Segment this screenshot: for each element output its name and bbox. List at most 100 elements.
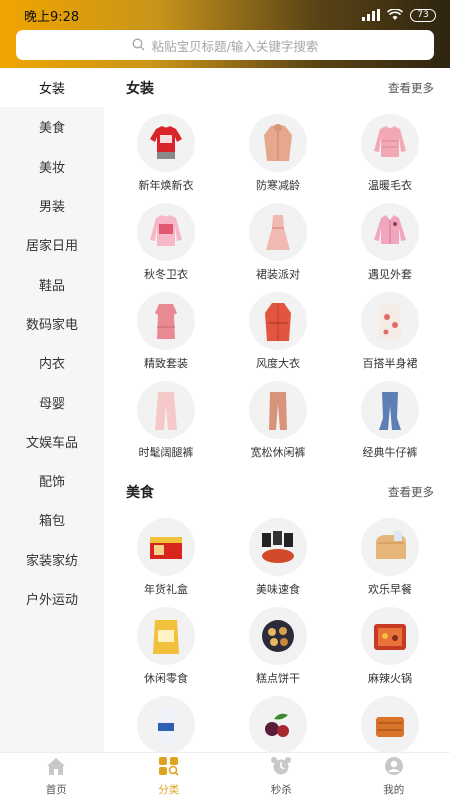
sidebar-item-womens[interactable]: 女装: [0, 68, 104, 108]
grid-item[interactable]: 欢乐早餐: [334, 512, 446, 601]
grid-item-label: 经典牛仔裤: [362, 446, 418, 459]
tab-flash-sale[interactable]: 秒杀: [225, 753, 338, 800]
grid-item-label: 风度大衣: [256, 357, 300, 370]
grid-item[interactable]: 时髦阔腿裤: [110, 375, 222, 464]
suit-dress-icon: [137, 292, 195, 350]
header: 晚上9:28 73 粘贴宝贝标题/输入关键字搜索: [0, 0, 450, 68]
tab-label: 秒杀: [270, 784, 292, 796]
pink-sweater-icon: [361, 114, 419, 172]
grid-item-label: 时髦阔腿裤: [138, 446, 194, 459]
tab-label: 分类: [158, 784, 180, 796]
grid-item-label: 精致套装: [144, 357, 188, 370]
grid-item[interactable]: 糕点饼干: [222, 601, 334, 690]
tab-profile[interactable]: 我的: [338, 753, 450, 800]
sidebar-item-underwear[interactable]: 内衣: [0, 343, 104, 382]
sidebar-item-label: 户外运动: [25, 593, 78, 608]
coat-icon: [249, 114, 307, 172]
sidebar-item-beauty[interactable]: 美妆: [0, 147, 104, 186]
tab-label: 首页: [45, 784, 67, 796]
grid-item[interactable]: 遇见外套: [334, 197, 446, 286]
section-header-womens: 女装 查看更多: [104, 68, 450, 108]
sidebar-item-label: 数码家电: [25, 317, 78, 333]
view-more-link[interactable]: 查看更多: [388, 80, 434, 96]
milk-icon: [137, 696, 195, 752]
snack-bag-icon: [137, 607, 195, 665]
search-icon: [132, 36, 145, 55]
grid-item-label: 温暖毛衣: [368, 179, 412, 192]
status-bar: 晚上9:28 73: [0, 0, 450, 30]
sidebar-item-baby[interactable]: 母婴: [0, 382, 104, 421]
sidebar-item-shoes[interactable]: 鞋品: [0, 264, 104, 303]
sidebar-item-label: 母婴: [38, 396, 65, 412]
sidebar-item-bags[interactable]: 箱包: [0, 500, 104, 539]
sidebar-item-label: 箱包: [38, 514, 65, 530]
sidebar-item-label: 男装: [38, 200, 65, 216]
grid-item[interactable]: 美味速食: [222, 512, 334, 601]
jacket-icon: [361, 203, 419, 261]
wide-pants-icon: [137, 381, 195, 439]
grid-item[interactable]: 防寒减龄: [222, 108, 334, 197]
grid-item[interactable]: 温暖毛衣: [334, 108, 446, 197]
sidebar-item-label: 文娱车品: [25, 435, 78, 451]
category-grid-womens: 新年焕新衣 防寒减龄 温暖毛衣 秋冬卫衣 裙装派对 遇见外套 精致套装 风度大衣…: [104, 108, 450, 464]
grid-item[interactable]: 裙装派对: [222, 197, 334, 286]
sidebar-item-household[interactable]: 居家日用: [0, 225, 104, 264]
section-title: 美食: [126, 485, 154, 501]
grid-item-label: 美味速食: [256, 583, 300, 596]
sidebar-item-outdoor[interactable]: 户外运动: [0, 579, 104, 618]
grid-item-label: 秋冬卫衣: [144, 268, 188, 281]
grid-item[interactable]: [222, 690, 334, 752]
wifi-icon: [387, 9, 403, 21]
grid-item-label: 裙装派对: [256, 268, 300, 281]
jeans-icon: [361, 381, 419, 439]
grid-item-label: 新年焕新衣: [138, 179, 194, 192]
grid-item[interactable]: [110, 690, 222, 752]
grid-item[interactable]: 宽松休闲裤: [222, 375, 334, 464]
grid-item[interactable]: 年货礼盒: [110, 512, 222, 601]
bread-icon: [361, 518, 419, 576]
sidebar-item-label: 女装: [38, 82, 65, 98]
alarm-clock-icon: [270, 756, 292, 780]
instant-food-icon: [249, 518, 307, 576]
grid-item[interactable]: 休闲零食: [110, 601, 222, 690]
status-time: 晚上9:28: [24, 9, 80, 25]
sidebar-item-label: 家装家纺: [25, 553, 78, 569]
bottom-tab-bar: 首页 分类 秒杀 我的: [0, 752, 450, 800]
sidebar-item-digital[interactable]: 数码家电: [0, 304, 104, 343]
grid-item[interactable]: [334, 690, 446, 752]
search-input[interactable]: 粘贴宝贝标题/输入关键字搜索: [16, 30, 434, 60]
grid-item[interactable]: 秋冬卫衣: [110, 197, 222, 286]
section-header-food: 美食 查看更多: [104, 472, 450, 512]
sidebar-item-label: 美妆: [38, 160, 65, 176]
jerky-icon: [361, 696, 419, 752]
profile-icon: [383, 756, 405, 780]
sidebar-item-food[interactable]: 美食: [0, 107, 104, 146]
sidebar-item-label: 内衣: [38, 357, 65, 373]
sidebar-item-accessories[interactable]: 配饰: [0, 461, 104, 500]
grid-item[interactable]: 百搭半身裙: [334, 286, 446, 375]
grid-item[interactable]: 风度大衣: [222, 286, 334, 375]
sidebar-item-label: 配饰: [38, 475, 65, 491]
search-placeholder: 粘贴宝贝标题/输入关键字搜索: [151, 38, 319, 54]
tab-category[interactable]: 分类: [113, 753, 226, 800]
sidebar-item-label: 美食: [38, 121, 65, 137]
grid-item[interactable]: 精致套装: [110, 286, 222, 375]
sidebar-item-mens[interactable]: 男装: [0, 186, 104, 225]
status-icons: 73: [362, 8, 436, 22]
grid-item-label: 宽松休闲裤: [250, 446, 306, 459]
category-grid-food: 年货礼盒 美味速食 欢乐早餐 休闲零食 糕点饼干 麻辣火锅: [104, 512, 450, 752]
biscuit-icon: [249, 607, 307, 665]
skirt-icon: [361, 292, 419, 350]
sidebar-item-entertainment[interactable]: 文娱车品: [0, 422, 104, 461]
sidebar-item-home-textile[interactable]: 家装家纺: [0, 540, 104, 579]
grid-item[interactable]: 麻辣火锅: [334, 601, 446, 690]
grid-item-label: 麻辣火锅: [368, 672, 412, 685]
sidebar-item-label: 居家日用: [25, 239, 78, 255]
grid-item[interactable]: 新年焕新衣: [110, 108, 222, 197]
hotpot-icon: [361, 607, 419, 665]
signal-icon: [362, 9, 380, 21]
grid-item[interactable]: 经典牛仔裤: [334, 375, 446, 464]
battery-icon: 73: [410, 8, 436, 22]
view-more-link[interactable]: 查看更多: [388, 484, 434, 500]
tab-home[interactable]: 首页: [0, 753, 113, 800]
